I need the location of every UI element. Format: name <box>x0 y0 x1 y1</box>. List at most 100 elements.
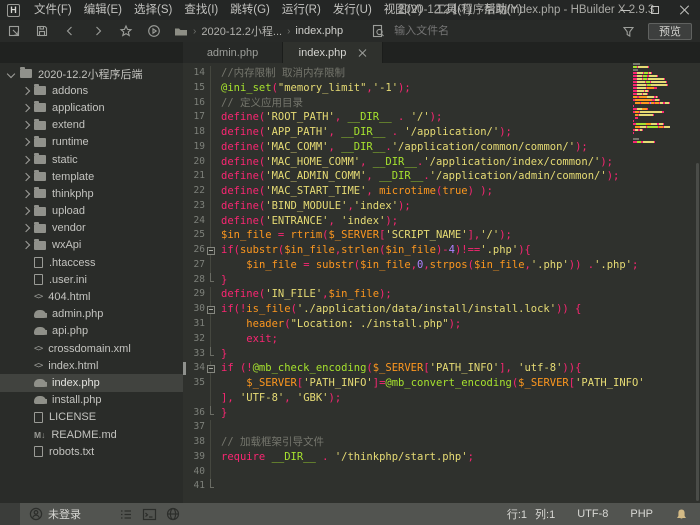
code-line-35[interactable]: 35 $_SERVER['PATH_INFO']=@mb_convert_enc… <box>183 376 645 391</box>
tree-item-template[interactable]: template <box>0 168 183 185</box>
outline-button[interactable] <box>119 508 133 521</box>
tree-item-admin.php[interactable]: admin.php <box>0 306 183 323</box>
minimize-button[interactable] <box>610 0 640 20</box>
menu-item-3[interactable]: 查找(I) <box>178 0 224 20</box>
tree-item-LICENSE[interactable]: LICENSE <box>0 409 183 426</box>
tree-item-api.php[interactable]: api.php <box>0 323 183 340</box>
new-file-button[interactable] <box>0 20 28 42</box>
menu-item-1[interactable]: 编辑(E) <box>78 0 128 20</box>
chevron-right-icon[interactable] <box>20 137 30 147</box>
tree-item-robots.txt[interactable]: robots.txt <box>0 443 183 460</box>
menu-item-4[interactable]: 跳转(G) <box>224 0 276 20</box>
code-line-36[interactable]: 36} <box>183 406 645 421</box>
favorite-button[interactable] <box>112 20 140 42</box>
maximize-button[interactable] <box>640 0 670 20</box>
breadcrumb-file[interactable]: index.php <box>295 25 343 37</box>
tree-item-404.html[interactable]: <>404.html <box>0 288 183 305</box>
code-line-30[interactable]: 30if(!is_file('./application/data/instal… <box>183 302 645 317</box>
tree-item-thinkphp[interactable]: thinkphp <box>0 185 183 202</box>
preview-button[interactable]: 预览 <box>648 23 692 40</box>
code-line-38[interactable]: 38// 加载框架引导文件 <box>183 435 645 450</box>
tree-item-application[interactable]: application <box>0 99 183 116</box>
run-button[interactable] <box>140 20 168 42</box>
scrollbar-thumb[interactable] <box>696 163 699 501</box>
terminal-button[interactable] <box>142 508 157 521</box>
search-input[interactable] <box>394 25 594 37</box>
tree-item-README.md[interactable]: M↓README.md <box>0 426 183 443</box>
chevron-right-icon[interactable] <box>20 189 30 199</box>
tree-item-upload[interactable]: upload <box>0 203 183 220</box>
file-search-icon[interactable] <box>371 24 386 38</box>
cursor-col[interactable]: 列:1 <box>535 506 555 522</box>
code-line-18[interactable]: 18define('APP_PATH', __DIR__ . '/applica… <box>183 125 645 140</box>
code-line-26[interactable]: 26if(substr($in_file,strlen($in_file)-4)… <box>183 243 645 258</box>
fold-gutter[interactable] <box>205 243 216 258</box>
chevron-right-icon[interactable] <box>20 240 30 250</box>
close-button[interactable] <box>670 0 700 20</box>
filter-button[interactable] <box>618 20 638 42</box>
chevron-down-icon[interactable] <box>6 69 16 79</box>
code-line-23[interactable]: 23define('BIND_MODULE','index'); <box>183 199 645 214</box>
code-line-27[interactable]: 27 $in_file = substr($in_file,0,strpos($… <box>183 258 645 273</box>
menu-item-2[interactable]: 选择(S) <box>128 0 178 20</box>
tree-item-2020-12.2小程序后端[interactable]: 2020-12.2小程序后端 <box>0 65 183 82</box>
tree-item-vendor[interactable]: vendor <box>0 220 183 237</box>
tree-item-index.php[interactable]: index.php <box>0 374 183 391</box>
chevron-right-icon[interactable] <box>20 120 30 130</box>
code-line-22[interactable]: 22define('MAC_START_TIME', microtime(tru… <box>183 184 645 199</box>
encoding-indicator[interactable]: UTF-8 <box>577 508 608 520</box>
forward-button[interactable] <box>84 20 112 42</box>
save-button[interactable] <box>28 20 56 42</box>
chevron-right-icon[interactable] <box>20 103 30 113</box>
code-line-16[interactable]: 16// 定义应用目录 <box>183 96 645 111</box>
tree-item-install.php[interactable]: install.php <box>0 392 183 409</box>
tree-item-index.html[interactable]: <>index.html <box>0 357 183 374</box>
language-indicator[interactable]: PHP <box>630 508 653 520</box>
notification-bell-icon[interactable] <box>675 508 688 521</box>
breadcrumb-project[interactable]: 2020-12.2小程... <box>201 23 282 39</box>
code-line-33[interactable]: 33} <box>183 347 645 362</box>
menu-item-6[interactable]: 发行(U) <box>327 0 378 20</box>
menu-item-0[interactable]: 文件(F) <box>28 0 78 20</box>
code-line-15[interactable]: 15@ini_set("memory_limit",'-1'); <box>183 81 645 96</box>
code-line-19[interactable]: 19define('MAC_COMM', __DIR__.'/applicati… <box>183 140 645 155</box>
code-line-25[interactable]: 25$in_file = rtrim($_SERVER['SCRIPT_NAME… <box>183 228 645 243</box>
code-line-24[interactable]: 24define('ENTRANCE', 'index'); <box>183 214 645 229</box>
tree-item-static[interactable]: static <box>0 151 183 168</box>
chevron-right-icon[interactable] <box>20 206 30 216</box>
tree-item-crossdomain.xml[interactable]: <>crossdomain.xml <box>0 340 183 357</box>
code-line-29[interactable]: 29define('IN_FILE',$in_file); <box>183 287 645 302</box>
code-line-28[interactable]: 28} <box>183 273 645 288</box>
chevron-right-icon[interactable] <box>20 86 30 96</box>
tab-admin.php[interactable]: admin.php <box>183 42 283 63</box>
tree-item-extend[interactable]: extend <box>0 117 183 134</box>
login-status[interactable]: 未登录 <box>29 506 81 522</box>
tree-item-wxApi[interactable]: wxApi <box>0 237 183 254</box>
code-line-37[interactable]: 37 <box>183 420 645 435</box>
fold-gutter[interactable] <box>205 361 216 376</box>
code-line-40[interactable]: 40 <box>183 465 645 480</box>
tree-item-runtime[interactable]: runtime <box>0 134 183 151</box>
code-line-31[interactable]: 31 header("Location: ./install.php"); <box>183 317 645 332</box>
code-line-39[interactable]: 39require __DIR__ . '/thinkphp/start.php… <box>183 450 645 465</box>
code-line-wrap[interactable]: ], 'UTF-8', 'GBK'); <box>183 391 645 406</box>
chevron-right-icon[interactable] <box>20 155 30 165</box>
tab-index.php[interactable]: index.php <box>283 42 383 63</box>
chevron-right-icon[interactable] <box>20 172 30 182</box>
code-line-21[interactable]: 21define('MAC_ADMIN_COMM', __DIR__.'/app… <box>183 169 645 184</box>
browser-button[interactable] <box>166 507 180 521</box>
chevron-right-icon[interactable] <box>20 223 30 233</box>
code-line-14[interactable]: 14//内存限制 取消内存限制 <box>183 66 645 81</box>
tree-item-.htaccess[interactable]: .htaccess <box>0 254 183 271</box>
code-line-32[interactable]: 32 exit; <box>183 332 645 347</box>
code-line-20[interactable]: 20define('MAC_HOME_COMM', __DIR__.'/appl… <box>183 155 645 170</box>
code-line-17[interactable]: 17define('ROOT_PATH', __DIR__ . '/'); <box>183 110 645 125</box>
fold-gutter[interactable] <box>205 302 216 317</box>
back-button[interactable] <box>56 20 84 42</box>
code-line-34[interactable]: 34if (!@mb_check_encoding($_SERVER['PATH… <box>183 361 645 376</box>
tab-close-icon[interactable] <box>358 49 366 57</box>
tree-item-addons[interactable]: addons <box>0 82 183 99</box>
code-editor[interactable]: 14//内存限制 取消内存限制15@ini_set("memory_limit"… <box>183 63 700 503</box>
tree-item-.user.ini[interactable]: .user.ini <box>0 271 183 288</box>
code-line-41[interactable]: 41 <box>183 479 645 494</box>
